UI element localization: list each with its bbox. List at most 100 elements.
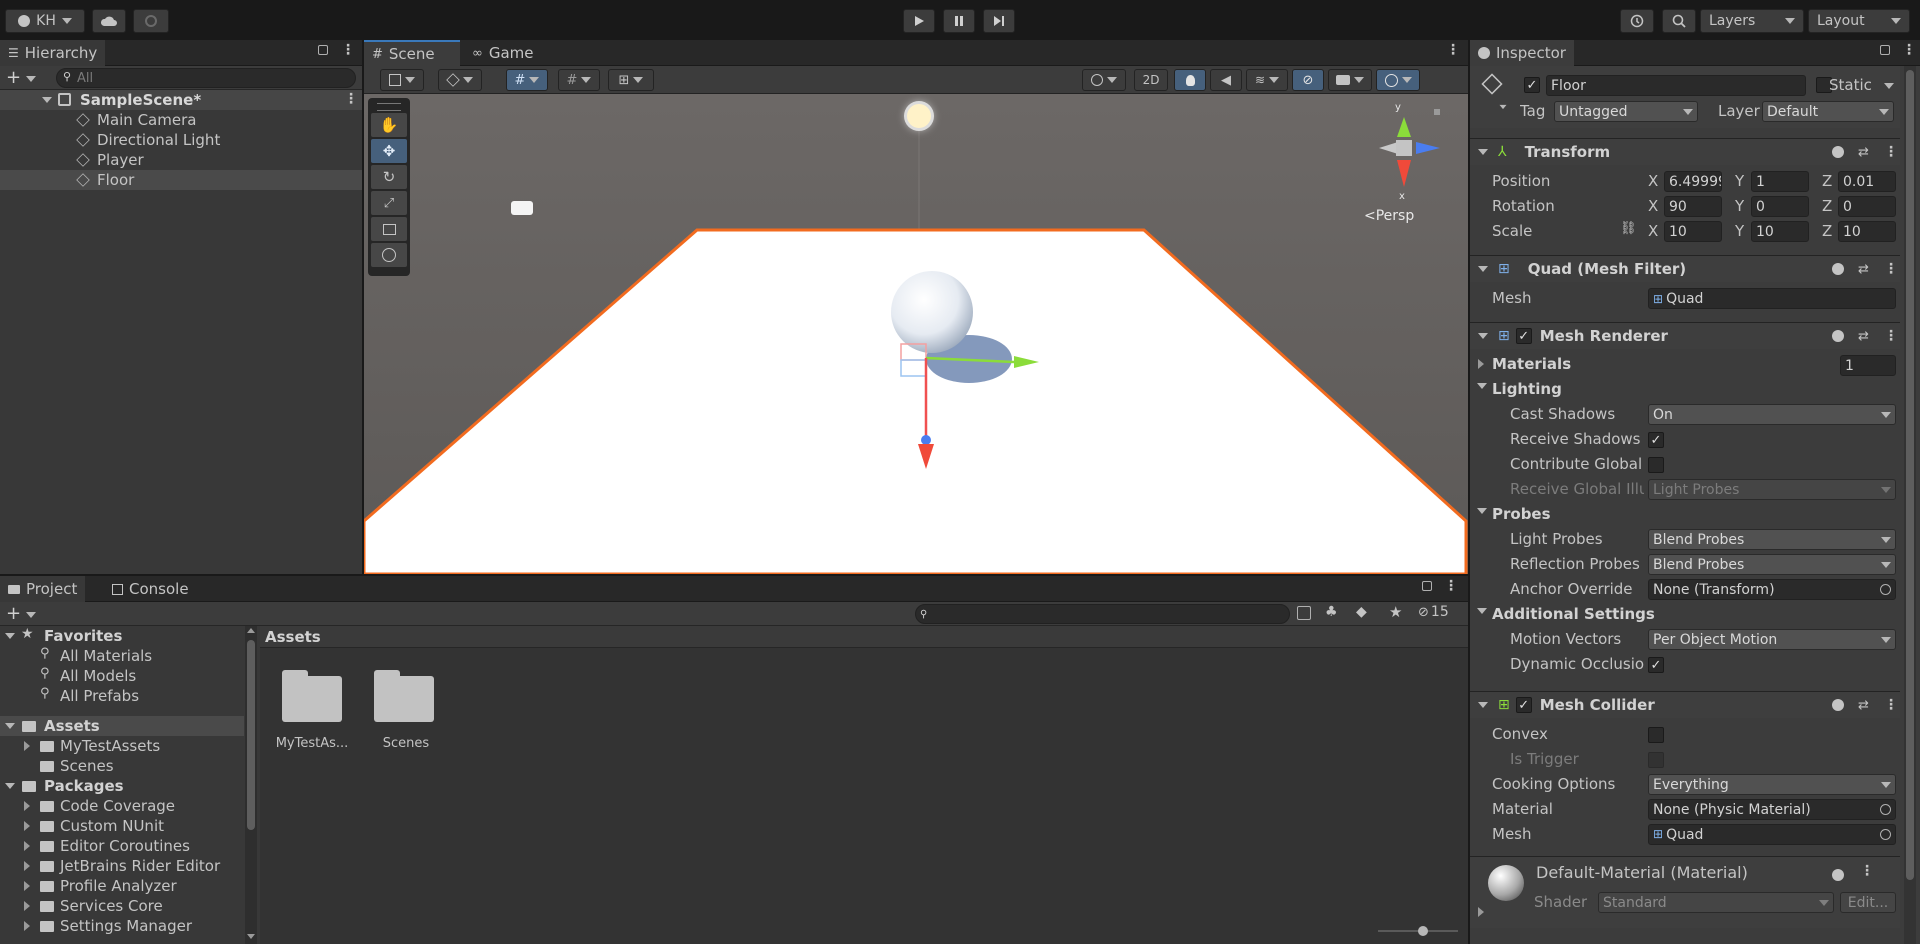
position-z-input[interactable]: 0.01: [1838, 171, 1896, 192]
tab-inspector[interactable]: Inspector: [1470, 40, 1574, 66]
mesh-object-field[interactable]: ⊞ Quad: [1648, 288, 1896, 309]
transform-header[interactable]: ⅄ Transform ⇄ ⋮: [1470, 138, 1900, 165]
scene-row[interactable]: SampleScene* ⋮: [0, 90, 362, 110]
list-item[interactable]: Scenes: [0, 756, 244, 776]
scroll-thumb[interactable]: [1906, 70, 1914, 880]
move-tool[interactable]: ✥: [371, 139, 407, 163]
hierarchy-search-input[interactable]: ⚲ All: [56, 68, 356, 88]
label-icon[interactable]: ◆: [1356, 604, 1367, 620]
tab-game[interactable]: ∞ Game: [464, 40, 542, 66]
add-button[interactable]: +: [6, 603, 21, 624]
orientation-gizmo[interactable]: [1354, 102, 1454, 202]
transform-tool[interactable]: [371, 243, 407, 267]
pause-button[interactable]: [943, 9, 975, 33]
hidden-count[interactable]: ⊘ 15: [1418, 604, 1449, 620]
account-button[interactable]: KH: [5, 9, 85, 33]
more-icon[interactable]: ⋮: [1884, 261, 1898, 277]
light-probes-dropdown[interactable]: Blend Probes: [1648, 529, 1896, 550]
list-item-selected[interactable]: Floor: [0, 170, 362, 190]
chevron-down-icon[interactable]: [1884, 83, 1894, 89]
more-icon[interactable]: ⋮: [1884, 328, 1898, 344]
lighting-toggle[interactable]: [1174, 69, 1206, 91]
active-checkbox[interactable]: ✓: [1524, 77, 1540, 93]
chevron-down-icon[interactable]: [26, 76, 36, 82]
list-item[interactable]: Profile Analyzer: [0, 876, 244, 896]
scroll-up-icon[interactable]: [247, 628, 255, 633]
rotation-z-input[interactable]: 0: [1838, 196, 1896, 217]
shading-button[interactable]: [1082, 69, 1126, 91]
expand-icon[interactable]: [1478, 359, 1484, 369]
collider-mesh-field[interactable]: ⊞ Quad: [1648, 824, 1896, 845]
preset-icon[interactable]: ⇄: [1858, 329, 1869, 344]
list-item[interactable]: MyTestAssets: [0, 736, 244, 756]
expand-icon[interactable]: [1477, 608, 1487, 614]
grid-snap-button[interactable]: #: [506, 69, 548, 91]
more-icon[interactable]: ⋮: [341, 42, 355, 58]
mesh-collider-header[interactable]: ⊞ ✓ Mesh Collider ⇄ ⋮: [1470, 691, 1900, 718]
slider-thumb[interactable]: [1418, 926, 1428, 936]
add-button[interactable]: +: [6, 67, 21, 88]
mode-2d-button[interactable]: 2D: [1134, 69, 1168, 91]
tree-scrollbar[interactable]: [245, 626, 257, 944]
projection-toggle[interactable]: <Persp: [1364, 208, 1414, 224]
rotate-tool[interactable]: ↻: [371, 165, 407, 189]
list-item[interactable]: Custom NUnit: [0, 816, 244, 836]
search-by-type-icon[interactable]: [1297, 606, 1311, 620]
increment-snap-button[interactable]: #: [558, 69, 600, 91]
materials-size-input[interactable]: 1: [1840, 355, 1896, 376]
player-sphere[interactable]: [891, 271, 973, 353]
edit-shader-button[interactable]: Edit...: [1840, 892, 1896, 913]
dynamic-occlusion-checkbox[interactable]: ✓: [1648, 657, 1664, 673]
gizmo-center[interactable]: [921, 435, 931, 445]
list-item[interactable]: Settings Manager: [0, 916, 244, 936]
lock-icon[interactable]: [1422, 581, 1432, 591]
effects-button[interactable]: ≋: [1246, 69, 1288, 91]
layers-dropdown[interactable]: Layers: [1700, 9, 1804, 33]
receive-shadows-checkbox[interactable]: ✓: [1648, 432, 1664, 448]
expand-icon[interactable]: [1477, 508, 1487, 514]
preset-icon[interactable]: ⇄: [1858, 262, 1869, 277]
help-icon[interactable]: [1832, 146, 1844, 158]
more-icon[interactable]: ⋮: [1884, 144, 1898, 160]
scene-viewport[interactable]: ✋ ✥ ↻ ⤢ y x <Persp: [364, 94, 1468, 574]
object-name-input[interactable]: Floor: [1546, 75, 1806, 96]
collab-button[interactable]: [133, 9, 169, 33]
scale-z-input[interactable]: 10: [1838, 221, 1896, 242]
layer-dropdown[interactable]: Default: [1762, 101, 1894, 122]
more-icon[interactable]: ⋮: [1884, 697, 1898, 713]
help-icon[interactable]: [1832, 263, 1844, 275]
more-icon[interactable]: ⋮: [1446, 42, 1460, 58]
draw-mode-button[interactable]: [380, 69, 424, 91]
history-button[interactable]: [1620, 9, 1654, 33]
search-button[interactable]: [1662, 9, 1696, 33]
target-icon[interactable]: [1880, 829, 1891, 840]
tab-console[interactable]: Console: [104, 576, 197, 602]
help-icon[interactable]: [1832, 869, 1844, 881]
motion-vectors-dropdown[interactable]: Per Object Motion: [1648, 629, 1896, 650]
camera-gizmo-icon[interactable]: [511, 201, 533, 215]
reflection-probes-dropdown[interactable]: Blend Probes: [1648, 554, 1896, 575]
zoom-slider[interactable]: [1378, 926, 1458, 936]
step-button[interactable]: [983, 9, 1015, 33]
rotation-x-input[interactable]: 90: [1664, 196, 1722, 217]
more-icon[interactable]: ⋮: [1444, 578, 1458, 594]
more-icon[interactable]: ⋮: [1902, 42, 1916, 58]
list-item[interactable]: Services Core: [0, 896, 244, 916]
list-item[interactable]: ⚲ All Prefabs: [0, 686, 244, 706]
sun-icon[interactable]: [907, 104, 931, 128]
grid-visibility-button[interactable]: ⊞: [608, 69, 654, 91]
list-item[interactable]: Directional Light: [0, 130, 362, 150]
renderer-enabled-checkbox[interactable]: ✓: [1515, 328, 1532, 344]
tab-scene[interactable]: # Scene: [364, 40, 460, 66]
material-preview-sphere[interactable]: [1488, 865, 1524, 901]
tab-hierarchy[interactable]: ☰ Hierarchy: [0, 40, 106, 66]
hidden-objects-toggle[interactable]: ⊘: [1292, 69, 1324, 91]
chevron-down-icon[interactable]: [26, 612, 36, 618]
palette-grip[interactable]: [377, 103, 401, 111]
rect-tool[interactable]: [371, 217, 407, 241]
list-item[interactable]: Player: [0, 150, 362, 170]
more-icon[interactable]: ⋮: [1860, 863, 1874, 879]
scale-tool[interactable]: ⤢: [371, 191, 407, 215]
cast-shadows-dropdown[interactable]: On: [1648, 404, 1896, 425]
project-search-input[interactable]: ⚲: [915, 604, 1290, 624]
